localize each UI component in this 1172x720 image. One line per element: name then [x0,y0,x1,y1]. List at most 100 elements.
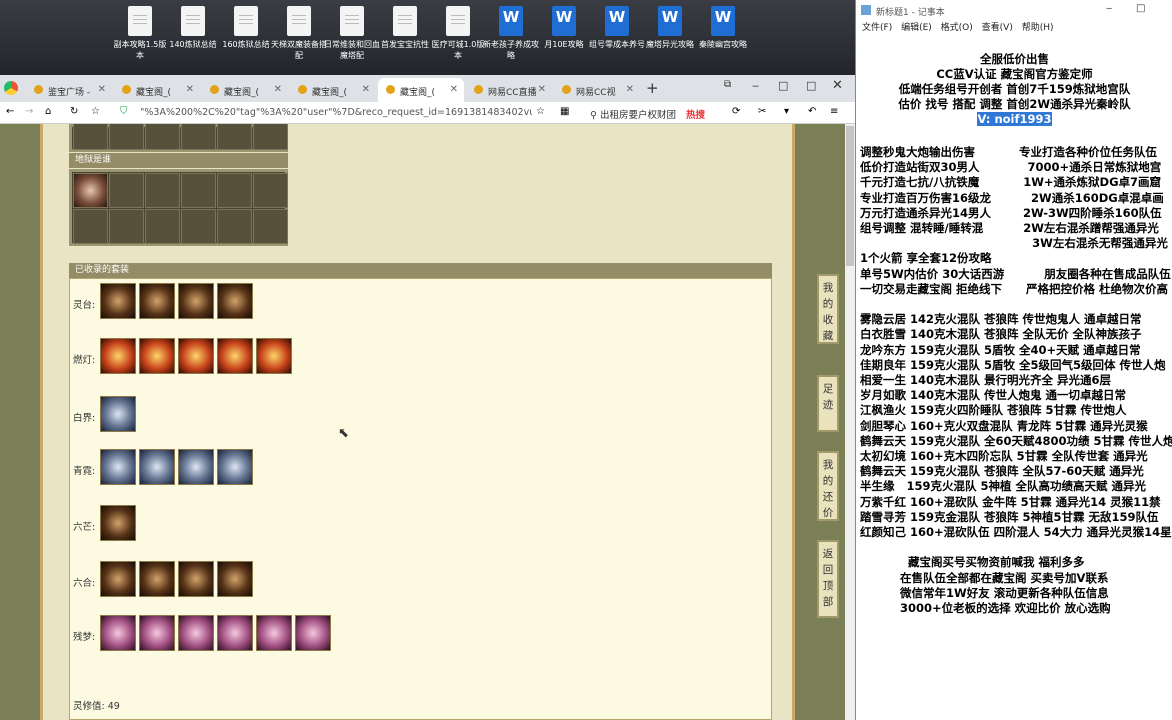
suit-item-icon[interactable] [178,283,214,319]
side-button[interactable]: 返回顶部 [817,540,839,618]
maximize-icon[interactable]: □ [806,79,816,92]
browser-tab[interactable]: 藏宝阁_(✕ [378,78,464,102]
suit-item-icon[interactable] [100,561,136,597]
suit-item-icon[interactable] [217,283,253,319]
suit-item-icon[interactable] [178,561,214,597]
text-file-icon[interactable]: 140炼狱总结 [165,6,221,50]
suit-item-icon[interactable] [178,449,214,485]
inventory-slot[interactable] [145,124,180,150]
page-scrollbar[interactable] [845,124,855,720]
suit-item-icon[interactable] [139,283,175,319]
forward-icon[interactable]: → [25,106,33,117]
word-file-icon[interactable]: 月10E攻略 [536,6,592,50]
notepad-menu-item[interactable]: 查看(V) [982,23,1013,33]
new-tab-button[interactable]: + [646,79,659,97]
favorite-star-icon[interactable]: ☆ [536,106,545,117]
menu-icon[interactable]: ▾ [784,106,789,117]
share-icon[interactable]: ⟳ [732,106,740,117]
suit-item-icon[interactable] [256,338,292,374]
word-file-icon[interactable]: 新老孩子养成攻略 [483,6,539,61]
side-button[interactable]: 足迹 [817,375,839,432]
tab-close-icon[interactable]: ✕ [450,84,458,95]
browser-tab[interactable]: 藏宝阁_(✕ [114,78,200,102]
scroll-thumb[interactable] [846,126,854,266]
browser-logo-icon[interactable] [4,81,18,95]
notepad-minimize-icon[interactable]: ‒ [1106,3,1112,14]
text-file-icon[interactable]: 天梯双魔装备搭配 [271,6,327,61]
tab-close-icon[interactable]: ✕ [538,84,546,95]
notepad-menu-item[interactable]: 文件(F) [862,23,892,33]
inventory-slot[interactable] [217,209,252,244]
text-file-icon[interactable]: 首发宝宝抗性 [377,6,433,50]
inventory-slot[interactable] [253,173,288,208]
suit-item-icon[interactable] [217,338,253,374]
extension-icon[interactable]: ▦ [560,106,569,117]
pet-item-icon[interactable] [73,173,108,208]
side-button[interactable]: 我的还价 [817,451,839,521]
inventory-slot[interactable] [217,173,252,208]
word-file-icon[interactable]: 组号零成本养号 [589,6,645,50]
text-file-icon[interactable]: 副本攻略1.5版本 [112,6,168,61]
text-file-icon[interactable]: 医疗可城1.0版本 [430,6,486,61]
inventory-slot[interactable] [73,209,108,244]
inventory-slot[interactable] [145,209,180,244]
home-icon[interactable]: ⌂ [45,106,51,117]
tab-close-icon[interactable]: ✕ [362,84,370,95]
tab-close-icon[interactable]: ✕ [274,84,282,95]
suit-item-icon[interactable] [295,615,331,651]
suit-item-icon[interactable] [178,615,214,651]
suit-item-icon[interactable] [100,338,136,374]
suit-item-icon[interactable] [139,449,175,485]
browser-tab[interactable]: 网易CC直播 ✕ [466,78,552,102]
suit-item-icon[interactable] [256,615,292,651]
bookmark-icon[interactable]: ☆ [91,106,100,117]
text-file-icon[interactable]: 160炼狱总结 [218,6,274,50]
inventory-slot[interactable] [181,209,216,244]
word-file-icon[interactable]: 秦陵幽宫攻略 [695,6,751,50]
back-icon[interactable]: ← [6,106,14,117]
close-icon[interactable]: ✕ [832,78,843,93]
suit-item-icon[interactable] [139,561,175,597]
suit-item-icon[interactable] [178,338,214,374]
side-button[interactable]: 我的收藏 [817,274,839,344]
inventory-slot[interactable] [253,209,288,244]
tab-list-icon[interactable]: ⧉ [724,79,731,90]
suit-item-icon[interactable] [217,615,253,651]
suit-item-icon[interactable] [100,449,136,485]
inventory-slot[interactable] [145,173,180,208]
scissors-icon[interactable]: ✂ [758,106,766,117]
browser-tab[interactable]: 网易CC视 ✕ [554,78,640,102]
undo-icon[interactable]: ↶ [808,106,816,117]
restore-icon[interactable]: □ [778,79,788,92]
inventory-slot[interactable] [217,124,252,150]
notepad-menu-item[interactable]: 帮助(H) [1022,23,1054,33]
text-file-icon[interactable]: 日常维装和回血魔塔配 [324,6,380,61]
notepad-menu-item[interactable]: 格式(O) [941,23,973,33]
tab-close-icon[interactable]: ✕ [186,84,194,95]
suit-item-icon[interactable] [139,615,175,651]
inventory-slot[interactable] [181,173,216,208]
refresh-icon[interactable]: ↻ [70,106,78,117]
inventory-slot[interactable] [181,124,216,150]
inventory-slot[interactable] [73,124,108,150]
browser-tab[interactable]: 藏宝阁_(✕ [202,78,288,102]
search-input[interactable]: ⚲ 出租房要户权财团 热搜 [590,105,722,121]
inventory-slot[interactable] [253,124,288,150]
url-input[interactable]: "%3A%200%2C%20"tag"%3A%20"user"%7D&reco_… [140,105,532,121]
browser-tab[interactable]: 鉴宝广场 - ✕ [26,78,112,102]
tab-close-icon[interactable]: ✕ [626,84,634,95]
suit-item-icon[interactable] [217,561,253,597]
inventory-slot[interactable] [109,124,144,150]
suit-item-icon[interactable] [100,283,136,319]
suit-item-icon[interactable] [139,338,175,374]
inventory-slot[interactable] [109,173,144,208]
minimize-icon[interactable]: ‒ [752,79,759,92]
browser-tab[interactable]: 藏宝阁_(✕ [290,78,376,102]
notepad-maximize-icon[interactable]: □ [1136,3,1145,14]
more-menu-icon[interactable]: ≡ [830,106,838,117]
suit-item-icon[interactable] [100,615,136,651]
word-file-icon[interactable]: 魔塔异光攻略 [642,6,698,50]
suit-item-icon[interactable] [217,449,253,485]
tab-close-icon[interactable]: ✕ [98,84,106,95]
suit-item-icon[interactable] [100,505,136,541]
